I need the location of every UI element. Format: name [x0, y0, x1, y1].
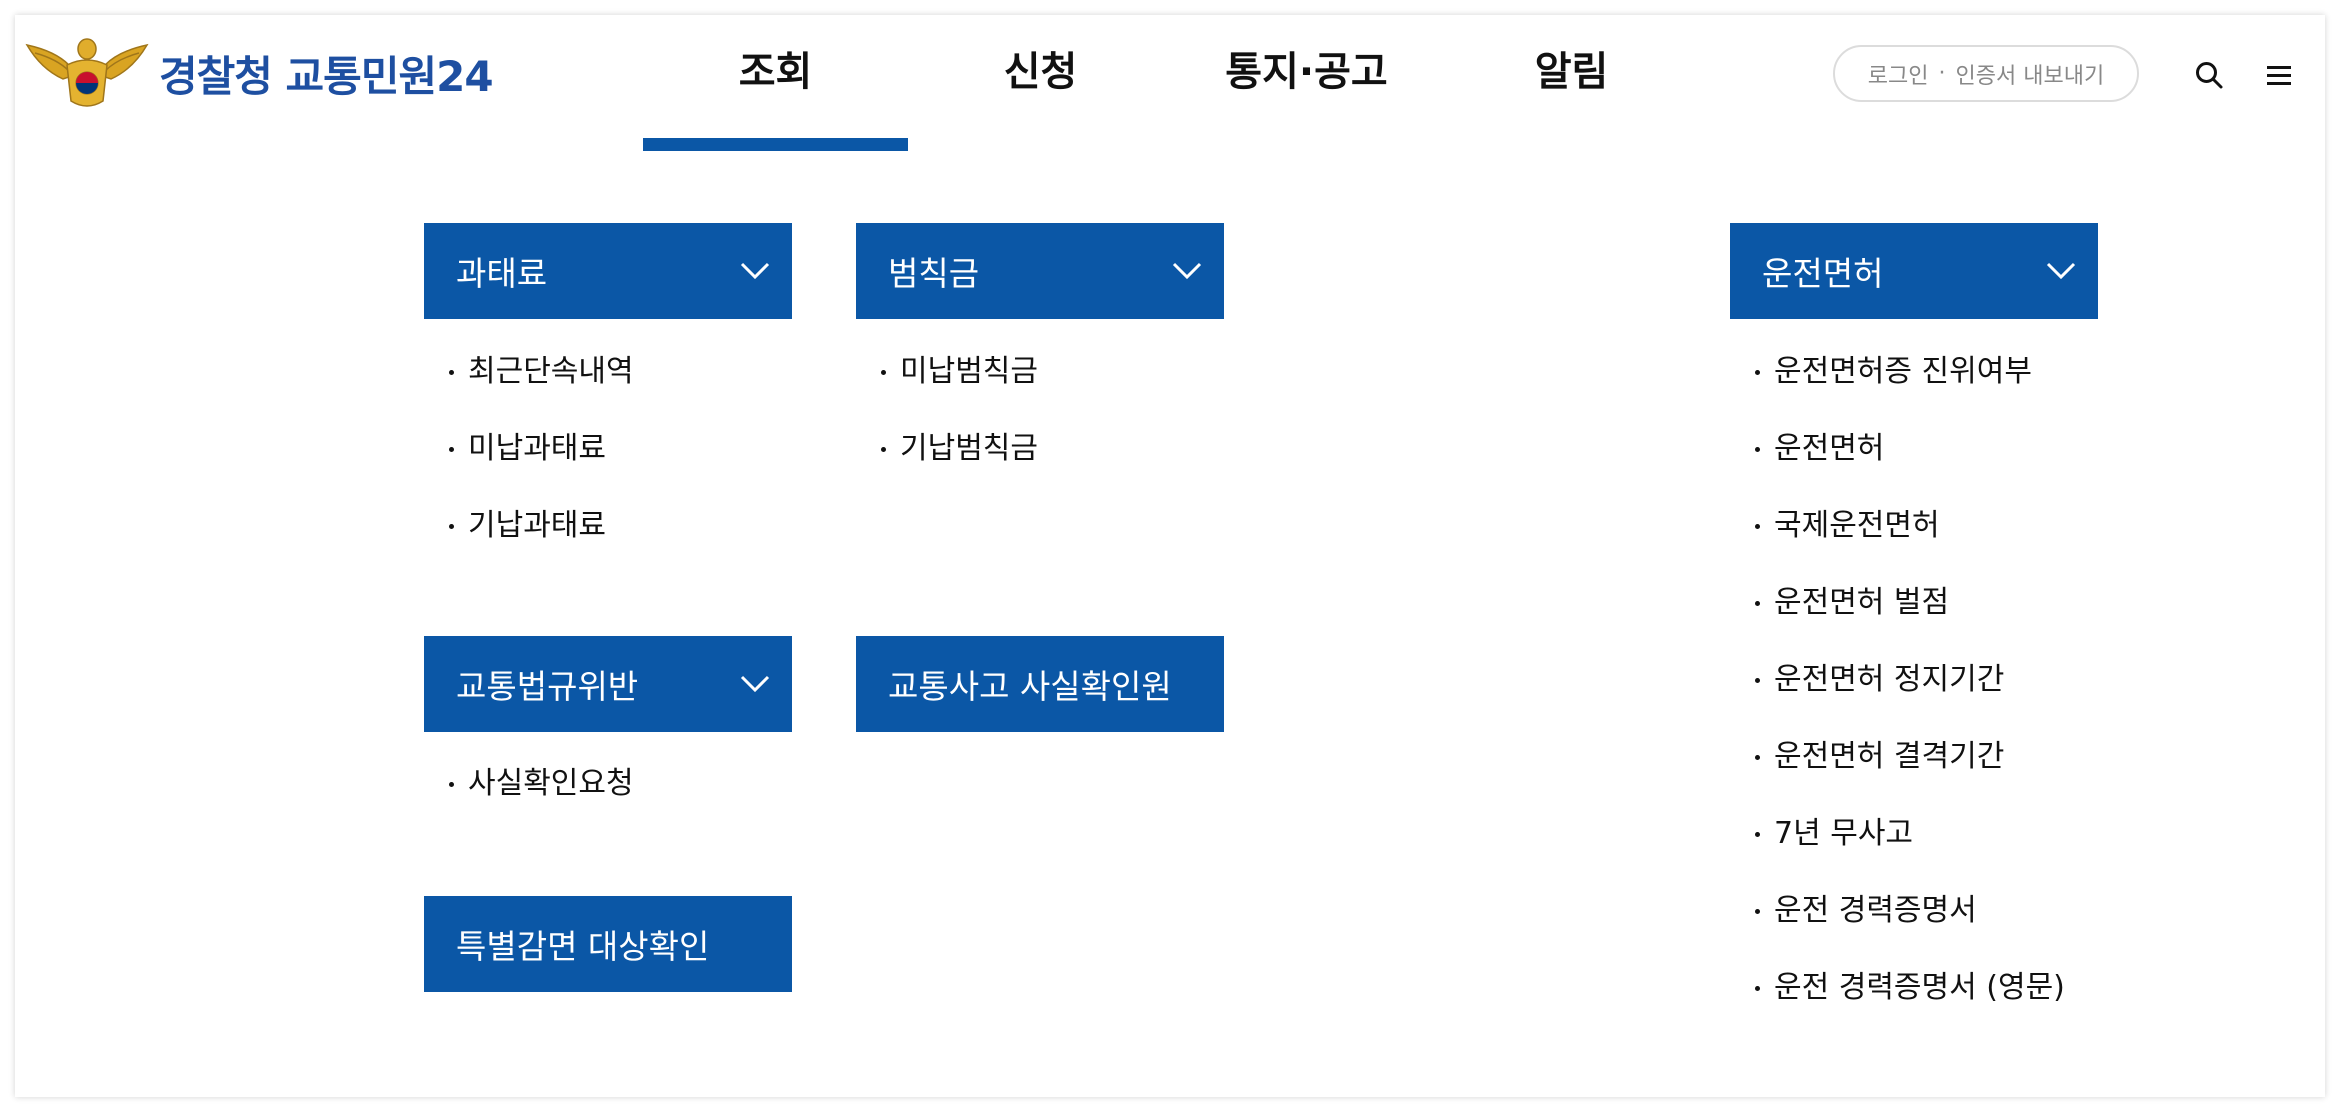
violation-submenu: 사실확인요청	[440, 759, 634, 836]
site-logo[interactable]: 경찰청 교통민원24	[25, 35, 494, 111]
submenu-item[interactable]: 운전 경력증명서 (영문)	[1746, 963, 2065, 1040]
submenu-item[interactable]: 국제운전면허	[1746, 501, 2065, 578]
export-certificate-link[interactable]: 인증서 내보내기	[1956, 58, 2105, 90]
police-emblem-icon	[25, 38, 149, 107]
submenu-item[interactable]: 운전면허증 진위여부	[1746, 347, 2065, 424]
submenu-item[interactable]: 기납범칙금	[872, 424, 1038, 501]
search-icon	[2196, 62, 2223, 89]
menu-header-label: 과태료	[456, 254, 548, 293]
license-submenu: 운전면허증 진위여부 운전면허 국제운전면허 운전면허 벌점 운전면허 정지기간…	[1746, 347, 2065, 1040]
menu-header-accident-report[interactable]: 교통사고 사실확인원	[856, 636, 1224, 732]
nav-tab-inquiry[interactable]: 조회	[643, 15, 908, 151]
nav-tab-alerts[interactable]: 알림	[1439, 15, 1704, 151]
penalty-submenu: 미납범칙금 기납범칙금	[872, 347, 1038, 501]
menu-header-penalty[interactable]: 범칙금	[856, 223, 1224, 319]
submenu-item[interactable]: 미납과태료	[440, 424, 634, 501]
menu-header-label: 운전면허	[1762, 254, 1884, 293]
menu-header-violation[interactable]: 교통법규위반	[424, 636, 792, 732]
hamburger-menu-icon	[2267, 66, 2291, 85]
submenu-item[interactable]: 기납과태료	[440, 501, 634, 578]
submenu-item[interactable]: 운전면허 정지기간	[1746, 655, 2065, 732]
menu-header-label: 교통법규위반	[456, 667, 639, 706]
chevron-down-icon	[740, 675, 770, 693]
chevron-down-icon	[740, 262, 770, 280]
login-link[interactable]: 로그인	[1868, 58, 1929, 90]
submenu-item[interactable]: 사실확인요청	[440, 759, 634, 836]
separator-dot: ·	[1938, 61, 1946, 86]
menu-header-license[interactable]: 운전면허	[1730, 223, 2098, 319]
site-title: 경찰청 교통민원24	[159, 51, 494, 101]
login-certificate-pill: 로그인 · 인증서 내보내기	[1833, 45, 2139, 102]
submenu-item[interactable]: 운전면허 결격기간	[1746, 732, 2065, 809]
menu-header-fine[interactable]: 과태료	[424, 223, 792, 319]
menu-header-label: 특별감면 대상확인	[456, 927, 710, 966]
submenu-item[interactable]: 운전면허 벌점	[1746, 578, 2065, 655]
chevron-down-icon	[1172, 262, 1202, 280]
menu-header-label: 교통사고 사실확인원	[888, 667, 1172, 706]
nav-tab-notice[interactable]: 통지·공고	[1174, 15, 1439, 151]
menu-header-label: 범칙금	[888, 254, 980, 293]
search-button[interactable]	[2191, 57, 2227, 93]
navigation-panel: 경찰청 교통민원24 조회 신청 통지·공고 알림 로그인 · 인증서 내보내기…	[15, 15, 2325, 1097]
menu-button[interactable]	[2261, 57, 2297, 93]
submenu-item[interactable]: 운전면허	[1746, 424, 2065, 501]
nav-tab-application[interactable]: 신청	[908, 15, 1173, 151]
submenu-item[interactable]: 운전 경력증명서	[1746, 886, 2065, 963]
submenu-item[interactable]: 미납범칙금	[872, 347, 1038, 424]
menu-header-special-reduction[interactable]: 특별감면 대상확인	[424, 896, 792, 992]
submenu-item[interactable]: 7년 무사고	[1746, 809, 2065, 886]
fine-submenu: 최근단속내역 미납과태료 기납과태료	[440, 347, 634, 578]
submenu-item[interactable]: 최근단속내역	[440, 347, 634, 424]
chevron-down-icon	[2046, 262, 2076, 280]
